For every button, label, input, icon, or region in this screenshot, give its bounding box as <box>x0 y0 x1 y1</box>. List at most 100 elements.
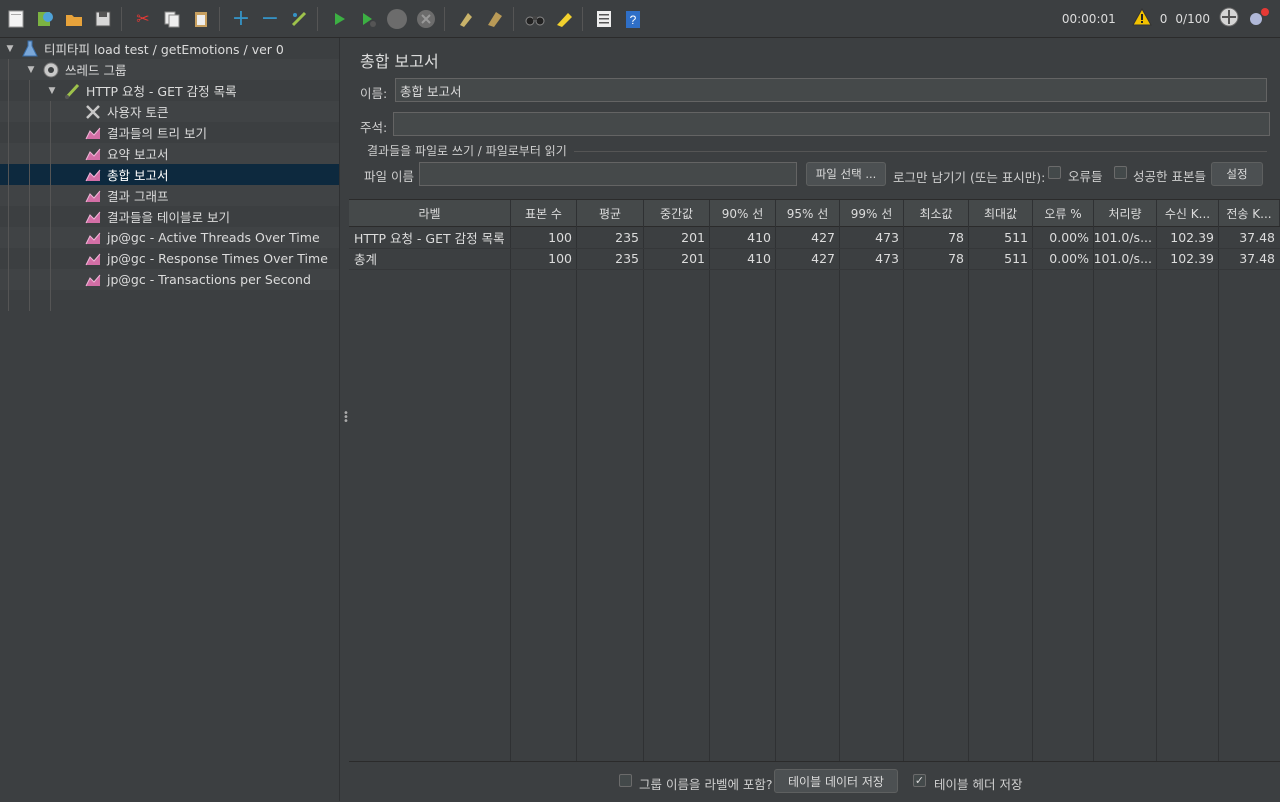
toolbar-separator <box>444 6 445 31</box>
column-header[interactable]: 90% 선 <box>710 200 776 226</box>
tree-item[interactable]: ▼ HTTP 요청 - GET 감정 목록 <box>0 80 339 101</box>
chevron-down-icon[interactable]: ▼ <box>4 44 16 54</box>
column-header[interactable]: 오류 % <box>1033 200 1094 226</box>
comment-field[interactable] <box>393 112 1270 136</box>
save-table-data-button[interactable]: 테이블 데이터 저장 <box>774 769 898 793</box>
templates-icon[interactable] <box>32 6 58 32</box>
table-cell[interactable]: 201 <box>644 227 710 248</box>
column-header[interactable]: 표본 수 <box>511 200 577 226</box>
page-title: 총합 보고서 <box>360 52 439 71</box>
config-tools-icon <box>83 103 103 121</box>
table-cell[interactable]: HTTP 요청 - GET 감정 목록 <box>349 227 511 248</box>
log-viewer-icon[interactable] <box>1248 6 1270 31</box>
aggregate-table[interactable]: 라벨 표본 수 평균 중간값 90% 선 95% 선 99% 선 최소값 최대값 오류 % 처리량 수… <box>349 199 1280 762</box>
save-icon[interactable] <box>90 6 116 32</box>
tree-guide-line <box>29 80 30 311</box>
table-cell[interactable]: 473 <box>840 227 904 248</box>
toolbar-separator <box>513 6 514 31</box>
new-icon[interactable] <box>3 6 29 32</box>
paste-icon[interactable] <box>188 6 214 32</box>
table-cell[interactable]: 0.00% <box>1033 227 1094 248</box>
name-field[interactable]: 총합 보고서 <box>395 78 1267 102</box>
table-cell[interactable]: 100 <box>511 248 577 269</box>
tree-item-label: 티피타피 load test / getEmotions / ver 0 <box>44 42 284 57</box>
chevron-down-icon[interactable]: ▼ <box>46 86 58 96</box>
function-helper-icon[interactable] <box>591 6 617 32</box>
cut-icon[interactable]: ✂ <box>130 6 156 32</box>
table-cell[interactable]: 410 <box>710 227 776 248</box>
expand-icon[interactable]: + <box>228 6 254 32</box>
tree-item[interactable]: ▼ 티피타피 load test / getEmotions / ver 0 <box>0 38 339 59</box>
column-header[interactable]: 평균 <box>577 200 644 226</box>
successes-checkbox[interactable] <box>1114 166 1127 179</box>
table-cell[interactable]: 101.0/s... <box>1094 248 1157 269</box>
browse-button[interactable]: 파일 선택 ... <box>806 162 886 186</box>
collapse-icon[interactable]: − <box>257 6 283 32</box>
column-divider <box>576 226 577 762</box>
table-cell[interactable]: 101.0/s... <box>1094 227 1157 248</box>
table-cell[interactable]: 100 <box>511 227 577 248</box>
column-header[interactable]: 99% 선 <box>840 200 904 226</box>
test-plan-tree[interactable]: ▼ 티피타피 load test / getEmotions / ver 0 ▼ 쓰레… <box>0 38 339 801</box>
save-header-label: 테이블 헤더 저장 <box>934 777 1023 792</box>
reset-search-icon[interactable] <box>551 6 577 32</box>
tree-item-label: jp@gc - Transactions per Second <box>107 272 311 287</box>
remote-icon[interactable] <box>1218 6 1240 31</box>
table-cell[interactable]: 427 <box>776 227 840 248</box>
table-cell[interactable]: 473 <box>840 248 904 269</box>
table-cell[interactable]: 102.39 <box>1157 227 1219 248</box>
file-group-border <box>574 151 1267 152</box>
column-header[interactable]: 처리량 <box>1094 200 1157 226</box>
table-cell[interactable]: 78 <box>904 248 969 269</box>
status-area: 00:00:01 0 0/100 <box>1062 0 1270 37</box>
start-no-pause-icon[interactable] <box>355 6 381 32</box>
clear-icon[interactable] <box>453 6 479 32</box>
configure-button[interactable]: 설정 <box>1211 162 1263 186</box>
column-header[interactable]: 최소값 <box>904 200 969 226</box>
tree-item-label: 총합 보고서 <box>107 168 169 183</box>
table-cell[interactable]: 235 <box>577 248 644 269</box>
toolbar: ✂ + − ? 00:00:01 0 0/100 <box>0 0 1280 38</box>
chevron-down-icon[interactable]: ▼ <box>25 65 37 75</box>
table-cell[interactable]: 511 <box>969 248 1033 269</box>
stop-icon[interactable] <box>384 6 410 32</box>
table-cell[interactable]: 511 <box>969 227 1033 248</box>
search-icon[interactable] <box>522 6 548 32</box>
tree-item-label: 요약 보고서 <box>107 147 169 162</box>
table-cell[interactable]: 102.39 <box>1157 248 1219 269</box>
errors-checkbox[interactable] <box>1048 166 1061 179</box>
shutdown-icon[interactable] <box>413 6 439 32</box>
table-cell[interactable]: 410 <box>710 248 776 269</box>
table-cell[interactable]: 37.48 <box>1219 248 1280 269</box>
name-label: 이름: <box>360 86 388 101</box>
save-header-checkbox[interactable]: ✓ <box>913 774 926 787</box>
open-icon[interactable] <box>61 6 87 32</box>
warning-icon[interactable] <box>1131 7 1152 29</box>
column-header[interactable]: 95% 선 <box>776 200 840 226</box>
file-name-label: 파일 이름 <box>364 169 414 184</box>
table-cell[interactable]: 37.48 <box>1219 227 1280 248</box>
toggle-icon[interactable] <box>286 6 312 32</box>
include-group-checkbox[interactable] <box>619 774 632 787</box>
column-header[interactable]: 수신 K... <box>1157 200 1219 226</box>
column-header[interactable]: 라벨 <box>349 200 511 226</box>
file-name-input[interactable] <box>419 162 797 186</box>
table-cell[interactable]: 78 <box>904 227 969 248</box>
column-header[interactable]: 전송 K... <box>1219 200 1280 226</box>
column-divider <box>1218 226 1219 762</box>
tree-item[interactable]: ▼ 쓰레드 그룹 <box>0 59 339 80</box>
table-cell[interactable]: 총계 <box>349 248 511 269</box>
help-icon[interactable]: ? <box>620 6 646 32</box>
column-header[interactable]: 최대값 <box>969 200 1033 226</box>
clear-all-icon[interactable] <box>482 6 508 32</box>
toolbar-separator <box>121 6 122 31</box>
listener-icon <box>83 208 103 226</box>
copy-icon[interactable] <box>159 6 185 32</box>
start-icon[interactable] <box>326 6 352 32</box>
table-cell[interactable]: 427 <box>776 248 840 269</box>
listener-icon <box>83 187 103 205</box>
column-header[interactable]: 중간값 <box>644 200 710 226</box>
table-cell[interactable]: 0.00% <box>1033 248 1094 269</box>
table-cell[interactable]: 201 <box>644 248 710 269</box>
table-cell[interactable]: 235 <box>577 227 644 248</box>
